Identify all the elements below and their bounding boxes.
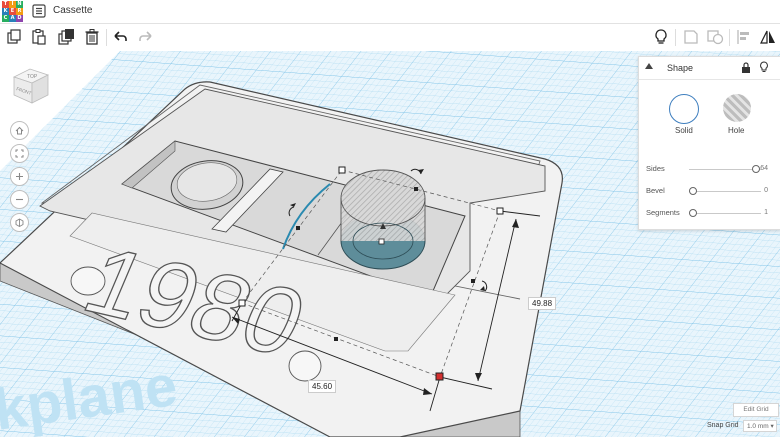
logo-letter: E — [9, 8, 16, 15]
copy-icon[interactable] — [5, 28, 23, 46]
ortho-icon — [15, 218, 24, 227]
zoom-in-icon — [16, 173, 23, 180]
light-bulb-icon[interactable] — [759, 61, 769, 73]
height-dimension-label[interactable]: 49.88 — [528, 297, 557, 310]
logo-letter: K — [2, 8, 9, 15]
side-handle[interactable] — [414, 187, 418, 191]
toolbar-separator — [729, 29, 730, 46]
zoom-out-icon — [16, 198, 23, 201]
view-cube[interactable]: TOP FRONT — [10, 65, 52, 107]
logo-letter: C — [2, 15, 9, 22]
right-small-hole — [288, 350, 322, 382]
segments-slider[interactable] — [689, 209, 761, 217]
solid-option[interactable] — [669, 94, 699, 124]
edit-grid-button[interactable]: Edit Grid — [733, 403, 779, 417]
panel-header: Shape — [639, 57, 780, 80]
logo-letter: A — [9, 15, 16, 22]
lock-icon[interactable] — [741, 62, 751, 73]
sides-label: Sides — [646, 164, 665, 173]
side-handle[interactable] — [296, 226, 300, 230]
logo-letter: D — [16, 15, 23, 22]
shape-inspector-panel: Shape Solid Hole Sides 64 Bevel 0 Segmen… — [638, 56, 780, 230]
paste-icon[interactable] — [30, 28, 48, 46]
snap-grid-select[interactable]: 1.0 mm ▾ — [743, 420, 777, 432]
undo-icon[interactable] — [111, 28, 129, 46]
bevel-slider-knob[interactable] — [689, 187, 697, 195]
tinkercad-logo[interactable]: T I N K E R C A D — [2, 1, 24, 22]
toolbar-separator — [106, 29, 107, 46]
duplicate-icon[interactable] — [57, 28, 75, 46]
corner-handle[interactable] — [238, 299, 246, 307]
sides-value[interactable]: 64 — [760, 165, 768, 172]
collapse-caret-icon[interactable] — [645, 63, 653, 69]
zoom-out-button[interactable] — [10, 190, 29, 209]
align-icon[interactable] — [735, 28, 753, 46]
toolbar — [0, 24, 780, 52]
hole-label: Hole — [728, 126, 745, 135]
mirror-icon[interactable] — [759, 28, 777, 46]
bevel-value[interactable]: 0 — [764, 187, 768, 194]
logo-letter: T — [2, 1, 9, 8]
bevel-slider[interactable] — [689, 187, 761, 195]
sides-slider-knob[interactable] — [751, 165, 760, 173]
logo-letter: I — [9, 1, 16, 8]
sides-slider[interactable] — [689, 165, 761, 173]
viewcube-top-label: TOP — [27, 74, 38, 80]
group-icon[interactable] — [706, 28, 724, 46]
home-icon — [15, 126, 24, 135]
solid-label: Solid — [675, 126, 693, 135]
note-icon[interactable] — [682, 28, 700, 46]
redo-icon[interactable] — [137, 28, 155, 46]
logo-letter: N — [16, 1, 23, 8]
design-list-icon[interactable] — [32, 4, 46, 18]
fit-icon — [15, 149, 24, 158]
bulb-icon[interactable] — [652, 28, 670, 46]
logo-letter: R — [16, 8, 23, 15]
cylinder-top — [340, 169, 426, 227]
selected-cylinder[interactable] — [340, 169, 426, 270]
ortho-view-button[interactable] — [10, 213, 29, 232]
top-bar: T I N K E R C A D Cassette — [0, 0, 780, 24]
design-title[interactable]: Cassette — [53, 5, 92, 16]
bevel-label: Bevel — [646, 186, 665, 195]
center-handle[interactable] — [378, 238, 385, 245]
side-handle[interactable] — [471, 279, 475, 283]
home-view-button[interactable] — [10, 121, 29, 140]
fit-view-button[interactable] — [10, 144, 29, 163]
snap-grid-label: Snap Grid — [707, 422, 739, 429]
active-corner-handle[interactable] — [435, 372, 444, 381]
side-handle[interactable] — [334, 337, 338, 341]
panel-title: Shape — [667, 63, 694, 73]
segments-value[interactable]: 1 — [764, 209, 768, 216]
segments-slider-knob[interactable] — [689, 209, 697, 217]
hole-option[interactable] — [723, 94, 751, 122]
segments-label: Segments — [646, 208, 680, 217]
zoom-in-button[interactable] — [10, 167, 29, 186]
corner-handle[interactable] — [338, 166, 346, 174]
width-dimension-label[interactable]: 45.60 — [308, 380, 337, 393]
delete-icon[interactable] — [83, 28, 101, 46]
corner-handle[interactable] — [496, 207, 504, 215]
toolbar-separator — [675, 29, 676, 46]
